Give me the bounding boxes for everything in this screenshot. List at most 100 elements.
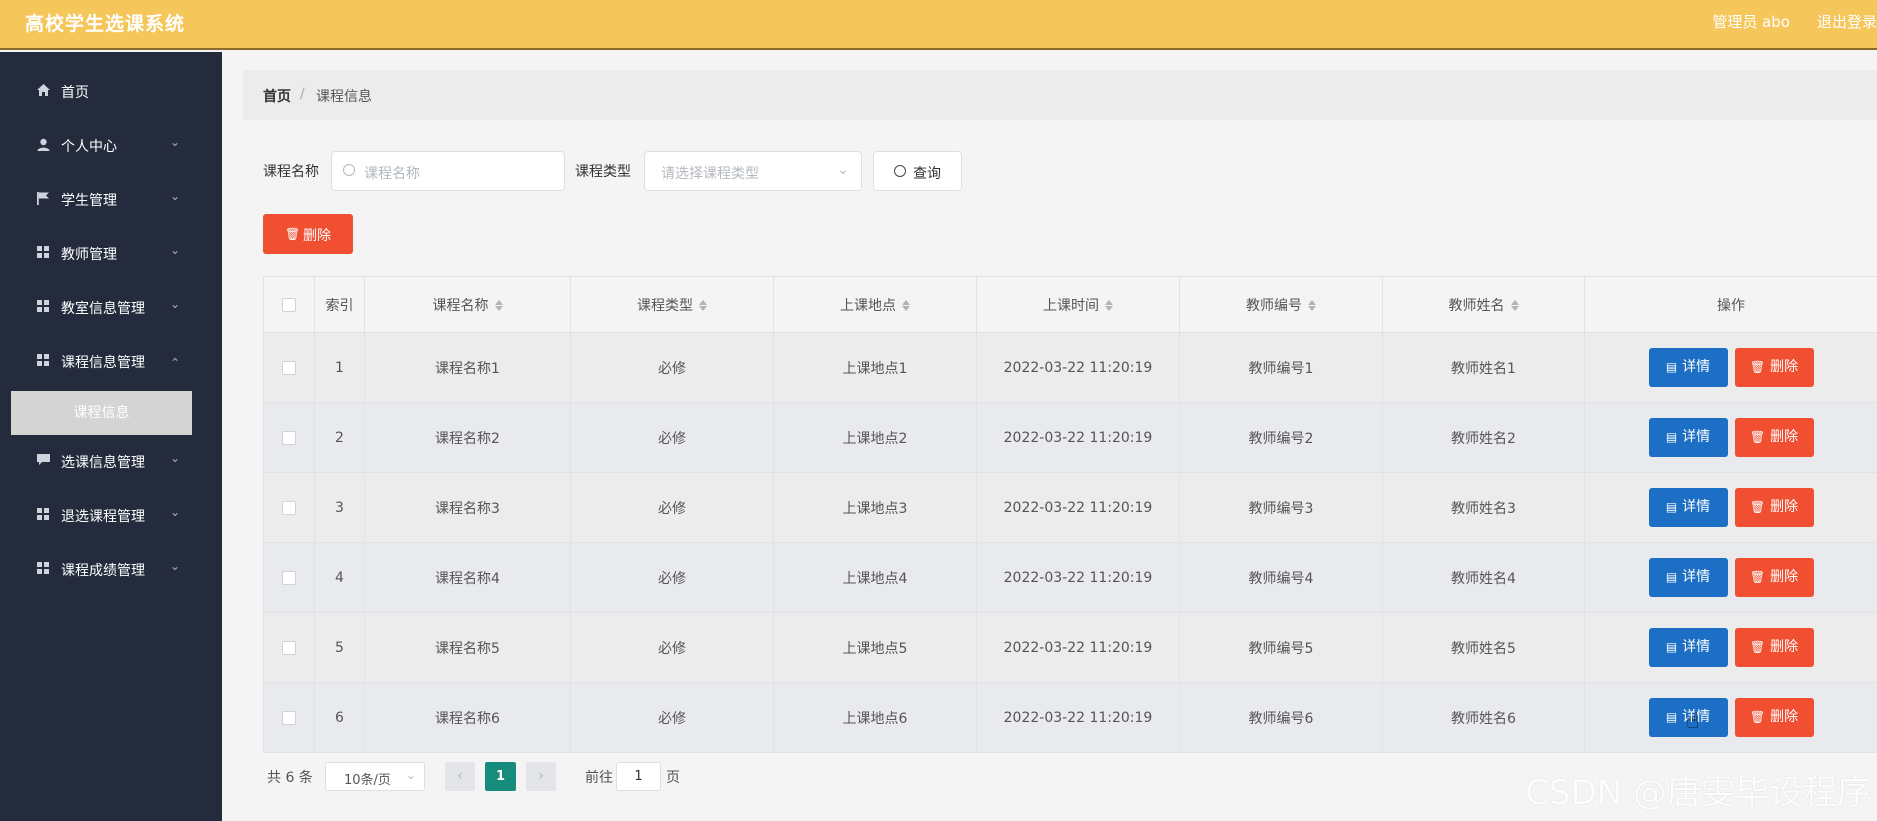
trash-icon: 🗑 xyxy=(1749,500,1766,514)
grid-icon xyxy=(36,299,50,313)
cell-time: 2022-03-22 11:20:19 xyxy=(976,682,1180,753)
row-checkbox[interactable] xyxy=(263,542,315,613)
batch-delete-label: 删除 xyxy=(303,228,331,244)
sidebar-item-student-management[interactable]: 学生管理 ⌄ xyxy=(0,173,222,227)
sidebar-item-label: 学生管理 xyxy=(61,193,117,209)
query-button[interactable]: 查询 xyxy=(873,151,962,191)
detail-button[interactable]: ▤ 详情 xyxy=(1648,488,1728,527)
sort-icon[interactable] xyxy=(1308,299,1316,312)
sidebar-item-drop-course-management[interactable]: 退选课程管理 ⌄ xyxy=(0,489,222,543)
sort-icon[interactable] xyxy=(699,299,707,312)
sidebar-item-label: 教师管理 xyxy=(61,247,117,263)
column-header-actions: 操作 xyxy=(1584,276,1877,333)
cell-index: 5 xyxy=(314,612,365,683)
delete-button[interactable]: 🗑 删除 xyxy=(1734,628,1814,667)
sidebar-item-course-management[interactable]: 课程信息管理 ⌄ xyxy=(0,335,222,389)
grid-icon xyxy=(36,507,50,521)
cell-teacher-no: 教师编号6 xyxy=(1179,682,1383,753)
sort-icon[interactable] xyxy=(902,299,910,312)
sidebar-item-personal-center[interactable]: 个人中心 ⌄ xyxy=(0,119,222,173)
search-icon xyxy=(343,164,355,176)
document-icon: ▤ xyxy=(1665,360,1678,374)
sidebar-item-enrollment-management[interactable]: 选课信息管理 ⌄ xyxy=(0,435,222,489)
cell-course-name: 课程名称3 xyxy=(364,472,571,543)
cell-course-name: 课程名称1 xyxy=(364,332,571,403)
trash-icon: 🗑 xyxy=(1749,640,1766,654)
page-size-select[interactable]: 10条/页 ⌄ xyxy=(325,762,425,791)
chevron-down-icon: ⌄ xyxy=(837,162,849,178)
sidebar-item-label: 课程成绩管理 xyxy=(61,563,145,579)
detail-button[interactable]: ▤ 详情 xyxy=(1648,348,1728,387)
cell-teacher-name: 教师姓名2 xyxy=(1382,402,1585,473)
sort-icon[interactable] xyxy=(1105,299,1113,312)
cell-course-name: 课程名称4 xyxy=(364,542,571,613)
course-name-input[interactable]: 课程名称 xyxy=(331,151,565,191)
sidebar: 首页 个人中心 ⌄ 学生管理 ⌄ 教师管理 ⌄ 教室信息管理 ⌄ 课程信息管理 … xyxy=(0,52,222,821)
logout-link[interactable]: 退出登录 xyxy=(1817,11,1877,32)
mouse-cursor-icon: ☝ xyxy=(1686,709,1700,734)
row-checkbox[interactable] xyxy=(263,612,315,683)
chevron-down-icon: ⌄ xyxy=(169,505,180,519)
sidebar-item-grade-management[interactable]: 课程成绩管理 ⌄ xyxy=(0,543,222,597)
cell-course-type: 必修 xyxy=(570,472,774,543)
sidebar-item-teacher-management[interactable]: 教师管理 ⌄ xyxy=(0,227,222,281)
course-type-select[interactable]: 请选择课程类型 ⌄ xyxy=(644,151,862,191)
row-checkbox[interactable] xyxy=(263,402,315,473)
delete-button[interactable]: 🗑 删除 xyxy=(1734,488,1814,527)
cell-course-type: 必修 xyxy=(570,332,774,403)
cell-teacher-name: 教师姓名6 xyxy=(1382,682,1585,753)
table-row: 1 课程名称1 必修 上课地点1 2022-03-22 11:20:19 教师编… xyxy=(263,332,1877,403)
detail-button[interactable]: ▤ 详情 xyxy=(1648,418,1728,457)
batch-delete-button[interactable]: 🗑 删除 xyxy=(263,214,353,254)
delete-button[interactable]: 🗑 删除 xyxy=(1734,418,1814,457)
delete-button[interactable]: 🗑 删除 xyxy=(1734,698,1814,737)
column-header-time[interactable]: 上课时间 xyxy=(976,276,1180,333)
detail-button[interactable]: ▤ 详情 xyxy=(1648,628,1728,667)
cell-course-name: 课程名称5 xyxy=(364,612,571,683)
cell-actions: ▤ 详情 🗑 删除 xyxy=(1584,332,1877,403)
column-header-teacher-no[interactable]: 教师编号 xyxy=(1179,276,1383,333)
column-header-teacher-name[interactable]: 教师姓名 xyxy=(1382,276,1585,333)
table-header-row: 索引 课程名称 课程类型 上课地点 上课时间 教师编号 教师姓名 操作 xyxy=(263,276,1877,333)
goto-unit: 页 xyxy=(666,770,680,786)
detail-button[interactable]: ▤ 详情 xyxy=(1648,558,1728,597)
cell-teacher-no: 教师编号1 xyxy=(1179,332,1383,403)
current-page-button[interactable]: 1 xyxy=(485,762,516,791)
select-all-checkbox[interactable] xyxy=(263,276,315,333)
cell-course-type: 必修 xyxy=(570,402,774,473)
table-row: 5 课程名称5 必修 上课地点5 2022-03-22 11:20:19 教师编… xyxy=(263,612,1877,683)
sidebar-item-label: 退选课程管理 xyxy=(61,509,145,525)
sort-icon[interactable] xyxy=(1510,299,1519,312)
delete-button[interactable]: 🗑 删除 xyxy=(1734,558,1814,597)
delete-button[interactable]: 🗑 删除 xyxy=(1734,348,1814,387)
next-page-button[interactable]: › xyxy=(526,762,556,791)
cell-course-type: 必修 xyxy=(570,542,774,613)
breadcrumb-home[interactable]: 首页 xyxy=(263,86,291,106)
grid-icon xyxy=(36,245,50,259)
cell-course-type: 必修 xyxy=(570,682,774,753)
cell-teacher-name: 教师姓名5 xyxy=(1382,612,1585,683)
sidebar-item-home[interactable]: 首页 xyxy=(0,65,222,119)
cell-actions: ▤ 详情 🗑 删除 xyxy=(1584,682,1877,753)
row-checkbox[interactable] xyxy=(263,472,315,543)
sidebar-item-classroom-management[interactable]: 教室信息管理 ⌄ xyxy=(0,281,222,335)
column-header-course-type[interactable]: 课程类型 xyxy=(570,276,774,333)
sidebar-subitem-course-info[interactable]: 课程信息 xyxy=(11,391,192,435)
page-size-value: 10条/页 xyxy=(344,773,391,788)
cell-time: 2022-03-22 11:20:19 xyxy=(976,332,1180,403)
breadcrumb-separator: / xyxy=(300,86,305,102)
row-checkbox[interactable] xyxy=(263,332,315,403)
sort-icon[interactable] xyxy=(494,299,503,312)
goto-page-input[interactable]: 1 xyxy=(616,762,661,791)
prev-page-button[interactable]: ‹ xyxy=(445,762,475,791)
column-header-course-name[interactable]: 课程名称 xyxy=(364,276,571,333)
column-header-location[interactable]: 上课地点 xyxy=(773,276,977,333)
cell-teacher-name: 教师姓名4 xyxy=(1382,542,1585,613)
trash-icon: 🗑 xyxy=(1749,430,1766,444)
course-type-placeholder: 请选择课程类型 xyxy=(661,166,759,182)
cell-location: 上课地点4 xyxy=(773,542,977,613)
query-button-label: 查询 xyxy=(913,166,941,182)
watermark: CSDN @唐雯毕设程序 xyxy=(1525,773,1871,813)
cell-index: 3 xyxy=(314,472,365,543)
row-checkbox[interactable] xyxy=(263,682,315,753)
